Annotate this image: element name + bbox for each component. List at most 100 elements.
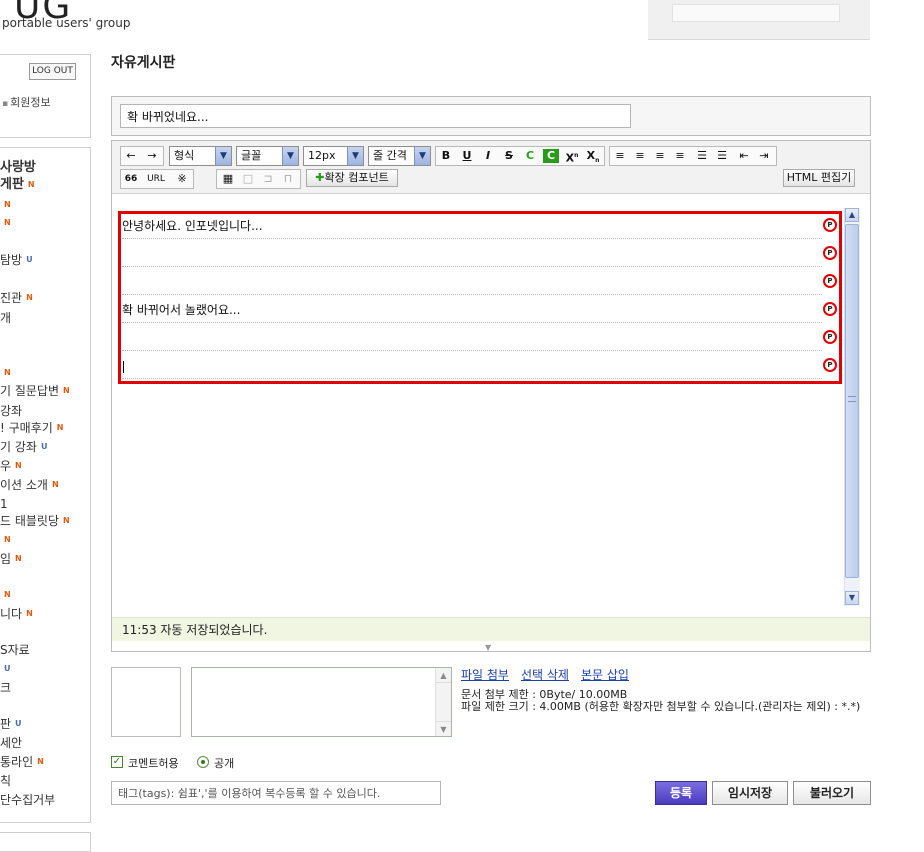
sidebar-menu-item[interactable]: 강좌	[0, 403, 22, 419]
extension-component-button[interactable]: ✚확장 컴포넌트	[306, 169, 398, 187]
sidebar-menu-item[interactable]: 세안	[0, 735, 22, 751]
font-select[interactable]: 글꼴 ▼	[236, 146, 299, 166]
sidebar-menu-item[interactable]: 기 강좌 U	[0, 439, 47, 455]
format-select[interactable]: 형식 ▼	[169, 146, 232, 166]
history-group: ← →	[120, 146, 164, 166]
sidebar-menu-item[interactable]: S자료	[0, 642, 30, 658]
autosave-status: 11:53 자동 저장되었습니다.	[112, 617, 870, 641]
load-button[interactable]: 불러오기	[793, 781, 871, 805]
scrollbar-grip-icon	[848, 396, 856, 402]
sidebar-menu-item-label: ! 구매후기	[0, 421, 53, 435]
radio-selected-dot	[201, 760, 205, 764]
insert-into-body-link[interactable]: 본문 삽입	[581, 666, 629, 683]
sidebar-menu-item[interactable]: ! 구매후기 N	[0, 420, 64, 436]
sidebar-menu-item[interactable]: N	[0, 365, 11, 381]
sidebar-menu-item[interactable]: 이션 소개 N	[0, 477, 59, 493]
line-height-select-value: 줄 간격	[373, 149, 407, 162]
sidebar-menu-item[interactable]: N	[0, 587, 11, 603]
special-char-icon[interactable]: ※	[174, 171, 190, 187]
sidebar-menu-item-label: 세안	[0, 736, 23, 750]
unordered-list-icon[interactable]: ☰	[714, 148, 730, 164]
sidebar-menu-item[interactable]: N	[0, 197, 11, 213]
site-header: UG portable users' group	[0, 0, 924, 44]
subscript-icon[interactable]: Xn	[585, 148, 601, 164]
indent-icon[interactable]: ⇥	[756, 148, 772, 164]
sidebar-menu-item[interactable]: 개	[0, 310, 11, 326]
file-list-scrollbar[interactable]: ▲ ▼	[435, 668, 451, 736]
scroll-down-arrow-icon[interactable]: ▼	[436, 721, 451, 736]
html-editor-button[interactable]: HTML 편집기	[783, 169, 855, 187]
new-badge: N	[37, 757, 44, 766]
sidebar-menu-item[interactable]: 통라인 N	[0, 754, 44, 770]
submit-button[interactable]: 등록	[655, 781, 707, 805]
line-height-select[interactable]: 줄 간격 ▼	[368, 146, 431, 166]
new-badge: N	[15, 461, 22, 470]
editor-resize-handle-icon[interactable]: ▼	[485, 643, 491, 652]
member-info-link[interactable]: ▪ 회원정보	[2, 94, 51, 110]
align-left-icon[interactable]: ≡	[612, 148, 628, 164]
sidebar-menu-item[interactable]: 크	[0, 680, 11, 696]
align-justify-icon[interactable]: ≡	[672, 148, 688, 164]
new-badge: N	[51, 480, 59, 489]
superscript-icon[interactable]: Xn	[564, 148, 580, 165]
scroll-down-arrow-icon[interactable]: ▼	[845, 591, 859, 605]
redo-icon[interactable]: →	[144, 148, 160, 164]
underline-icon[interactable]: U	[459, 148, 475, 164]
sidebar-menu-item[interactable]: 판U	[0, 716, 22, 732]
outdent-icon[interactable]: ⇤	[736, 148, 752, 164]
tags-input[interactable]	[111, 781, 441, 805]
quote-icon[interactable]: 66	[123, 171, 139, 187]
table-split-icon[interactable]: ⊓	[280, 171, 296, 187]
attach-file-link[interactable]: 파일 첨부	[461, 666, 509, 683]
sidebar-menu-item[interactable]: 게판 N	[0, 177, 35, 193]
text-caret	[123, 361, 124, 373]
sidebar-menu-item[interactable]: 사랑방	[0, 160, 36, 176]
subject-input[interactable]	[120, 104, 631, 128]
table-merge-icon[interactable]: ⊐	[260, 171, 276, 187]
public-radio[interactable]	[197, 756, 209, 768]
attachment-file-list[interactable]	[191, 667, 452, 737]
font-color-icon[interactable]: C	[522, 148, 538, 164]
sidebar-menu-item[interactable]: 니다 N	[0, 606, 33, 622]
table-cell-icon[interactable]: □	[240, 171, 256, 187]
scroll-up-arrow-icon[interactable]: ▲	[436, 668, 451, 683]
align-center-icon[interactable]: ≡	[632, 148, 648, 164]
paragraph-group: ≡ ≡ ≡ ≡ ☰ ☰ ⇤ ⇥	[609, 146, 777, 166]
sidebar-menu-item[interactable]: 탐방 U	[0, 252, 33, 268]
delete-selected-link[interactable]: 선택 삭제	[521, 666, 569, 683]
url-icon[interactable]: URL	[142, 171, 170, 187]
sidebar-menu-item[interactable]: U	[0, 661, 11, 677]
allow-comment-checkbox[interactable]: ✓	[111, 756, 123, 768]
temp-save-button[interactable]: 임시저장	[712, 781, 788, 805]
header-search-box[interactable]	[672, 4, 840, 22]
sidebar-menu-item[interactable]: N	[0, 532, 11, 548]
table-group: ▦ □ ⊐ ⊓	[216, 169, 301, 189]
sidebar-menu-item[interactable]: 기 질문답변 N	[0, 383, 70, 399]
ordered-list-icon[interactable]: ☰	[694, 148, 710, 164]
align-right-icon[interactable]: ≡	[652, 148, 668, 164]
new-badge: N	[4, 218, 11, 227]
sidebar-menu-item[interactable]: N	[0, 215, 11, 231]
undo-icon[interactable]: ←	[123, 148, 139, 164]
logout-button[interactable]: LOG OUT	[29, 63, 76, 80]
scroll-up-arrow-icon[interactable]: ▲	[845, 208, 859, 222]
background-color-icon[interactable]: C	[543, 149, 559, 163]
sidebar-menu-item[interactable]: 우N	[0, 458, 22, 474]
sidebar-menu-item[interactable]: 드 태블릿당 N	[0, 513, 70, 529]
table-icon[interactable]: ▦	[220, 171, 236, 187]
new-badge: N	[27, 180, 35, 189]
bold-icon[interactable]: B	[438, 148, 454, 164]
new-badge: N	[4, 200, 11, 209]
strike-icon[interactable]: S	[501, 148, 517, 164]
size-select[interactable]: 12px ▼	[303, 146, 364, 166]
site-logo-subtitle: portable users' group	[2, 16, 131, 30]
sidebar-menu-item[interactable]: 단수집거부	[0, 792, 55, 808]
sidebar-menu-item[interactable]: 임N	[0, 551, 22, 567]
extension-component-label: 확장 컴포넌트	[324, 171, 389, 184]
new-badge: N	[26, 609, 33, 618]
sidebar-menu-item[interactable]: 진관 N	[0, 290, 33, 306]
sidebar-menu-item[interactable]: 1	[0, 496, 8, 512]
sidebar-menu-item[interactable]: 칙	[0, 773, 11, 789]
new-badge: N	[4, 590, 11, 599]
italic-icon[interactable]: I	[480, 148, 496, 164]
